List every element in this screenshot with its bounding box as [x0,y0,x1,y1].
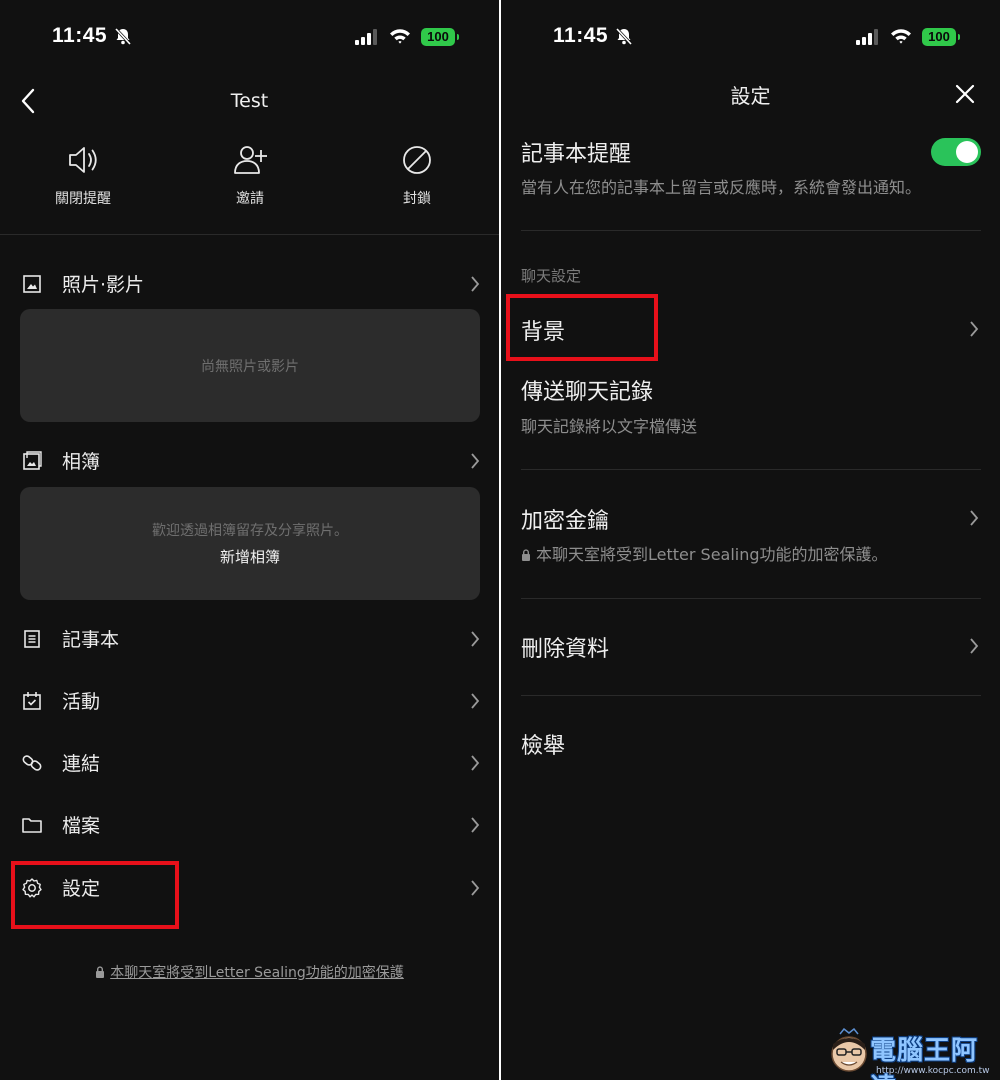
invite-label: 邀請 [236,191,264,207]
chevron-right-icon [471,693,480,709]
close-icon[interactable] [954,83,976,105]
mute-notifications-button[interactable]: 關閉提醒 [28,142,138,208]
encryption-key-option[interactable]: 加密金鑰 [521,503,609,535]
photos-empty-card: 尚無照片或影片 [20,309,480,422]
notebook-icon [24,630,40,648]
export-chat-description: 聊天記錄將以文字檔傳送 [521,417,698,436]
chat-title: Test [230,90,269,112]
divider [521,230,981,231]
block-icon [403,146,431,174]
add-user-icon [234,146,267,174]
album-card: 歡迎透過相簿留存及分享照片。 新增相簿 [20,487,480,600]
divider [0,234,499,235]
files-row[interactable]: 檔案 [0,800,499,850]
watermark-logo: 電腦王阿達 http://www.kocpc.com.tw [824,1026,1000,1080]
status-time: 11:45 [52,24,108,47]
chevron-right-icon [471,453,480,469]
notebook-label: 記事本 [62,629,120,651]
album-icon [23,451,42,470]
divider [521,598,981,599]
block-button[interactable]: 封鎖 [362,142,472,208]
encryption-notice[interactable]: 本聊天室將受到Letter Sealing功能的加密保護 [0,962,499,982]
toggle-knob [956,141,978,163]
folder-icon [22,818,42,833]
status-time: 11:45 [553,24,609,47]
chevron-right-icon [471,631,480,647]
mute-label: 關閉提醒 [55,191,111,207]
no-photos-text: 尚無照片或影片 [201,359,299,375]
settings-title: 設定 [730,84,771,108]
status-bar: 11:45 100 [501,0,1000,70]
files-label: 檔案 [62,815,101,837]
chevron-right-icon [970,510,979,526]
speaker-icon [69,147,97,173]
link-icon [22,755,42,771]
block-label: 封鎖 [403,191,431,207]
battery-indicator: 100 [421,28,459,46]
chat-info-screen: 11:45 100 Test 關閉提醒 邀請 封鎖 照片·影片 尚無照片或影片 … [0,0,499,1080]
notebook-row[interactable]: 記事本 [0,614,499,664]
chevron-right-icon [471,880,480,896]
events-label: 活動 [62,691,101,713]
settings-screen: 11:45 100 設定 記事本提醒 當有人在您的記事本上留言或反應時，系統會發… [501,0,1000,1080]
chevron-right-icon [471,276,480,292]
bell-off-icon [615,27,633,45]
divider [521,695,981,696]
create-album-button[interactable]: 新增相簿 [20,546,480,567]
chevron-right-icon [970,638,979,654]
wifi-icon [891,29,911,44]
wifi-icon [390,29,410,44]
photos-videos-label: 照片·影片 [62,274,145,296]
report-option[interactable]: 檢舉 [521,728,565,760]
chevron-right-icon [970,321,979,337]
invite-button[interactable]: 邀請 [195,142,305,208]
mascot-face-icon [831,1028,867,1072]
export-chat-option[interactable]: 傳送聊天記錄 [521,374,653,406]
photos-videos-row[interactable]: 照片·影片 [0,259,499,309]
settings-highlight-box [11,861,179,929]
calendar-icon [23,692,41,710]
watermark-url: http://www.kocpc.com.tw [876,1066,990,1076]
links-row[interactable]: 連結 [0,738,499,788]
image-icon [23,275,41,293]
encryption-key-description-row: 本聊天室將受到Letter Sealing功能的加密保護。 [521,541,888,565]
encryption-key-description: 本聊天室將受到Letter Sealing功能的加密保護。 [536,545,888,564]
lock-icon [522,549,530,561]
divider [521,469,981,470]
notebook-reminder-title: 記事本提醒 [521,142,632,167]
battery-indicator: 100 [922,28,960,46]
background-highlight-box [506,294,658,361]
album-label: 相簿 [62,451,101,473]
cellular-signal-icon [355,29,377,45]
chevron-right-icon [471,817,480,833]
links-label: 連結 [62,753,101,775]
album-row[interactable]: 相簿 [0,436,499,486]
events-row[interactable]: 活動 [0,676,499,726]
delete-data-option[interactable]: 刪除資料 [521,631,609,663]
chevron-right-icon [471,755,480,771]
cellular-signal-icon [856,29,878,45]
notebook-reminder-toggle[interactable] [931,138,981,166]
album-prompt-text: 歡迎透過相簿留存及分享照片。 [152,523,348,539]
status-bar: 11:45 100 [0,0,499,70]
chat-settings-header: 聊天設定 [521,267,582,285]
lock-icon [96,966,105,978]
notebook-reminder-description: 當有人在您的記事本上留言或反應時，系統會發出通知。 [521,178,922,197]
encryption-notice-text: 本聊天室將受到Letter Sealing功能的加密保護 [110,965,404,981]
bell-off-icon [114,27,132,45]
